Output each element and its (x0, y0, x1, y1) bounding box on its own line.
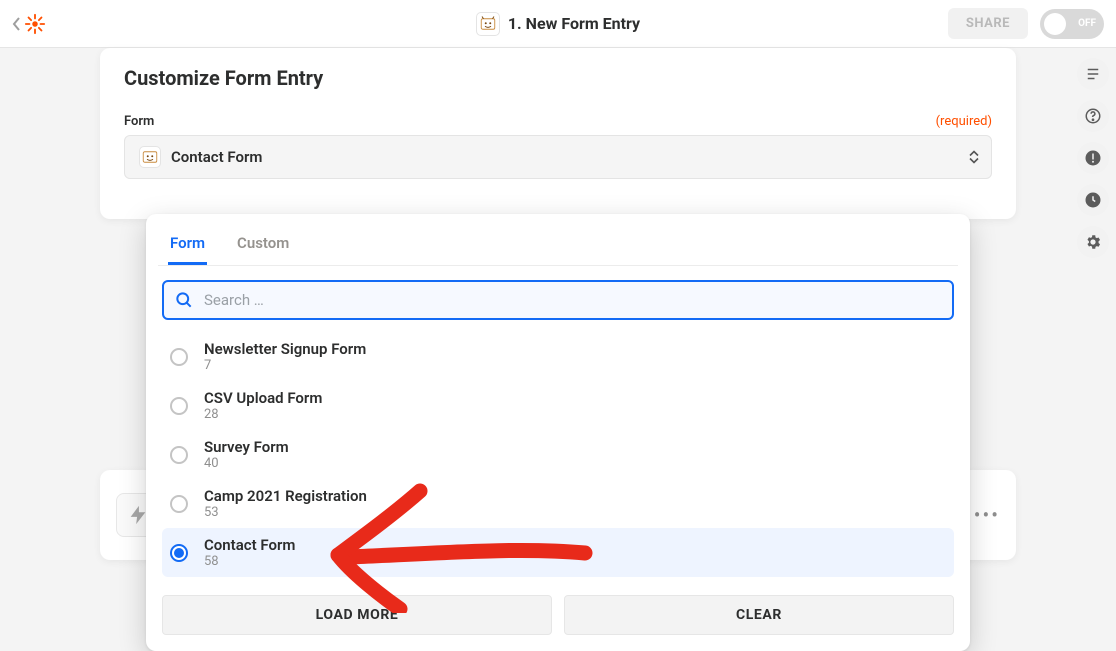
clear-button[interactable]: CLEAR (564, 595, 954, 635)
dropdown-search[interactable] (162, 280, 954, 320)
field-label-form: Form (124, 114, 154, 129)
publish-toggle[interactable]: OFF (1040, 9, 1104, 39)
help-icon[interactable] (1077, 100, 1109, 132)
outline-icon[interactable] (1077, 58, 1109, 90)
wpforms-icon (476, 12, 500, 36)
dropdown-option[interactable]: Newsletter Signup Form 7 (162, 332, 954, 381)
radio-icon (170, 544, 188, 562)
back-button[interactable] (12, 13, 46, 35)
tab-form[interactable]: Form (168, 228, 207, 265)
select-updown-icon (969, 151, 979, 164)
option-id: 28 (204, 407, 322, 422)
option-id: 53 (204, 505, 367, 520)
step-title: 1. New Form Entry (508, 14, 640, 33)
option-id: 58 (204, 554, 295, 569)
option-name: Newsletter Signup Form (204, 340, 366, 358)
radio-icon (170, 495, 188, 513)
zapier-logo-icon (24, 13, 46, 35)
option-id: 40 (204, 456, 289, 471)
history-icon[interactable] (1077, 184, 1109, 216)
option-name: Survey Form (204, 438, 289, 456)
form-select-value: Contact Form (171, 148, 262, 166)
toggle-knob (1044, 13, 1066, 35)
option-name: Camp 2021 Registration (204, 487, 367, 505)
option-id: 7 (204, 358, 366, 373)
radio-icon (170, 397, 188, 415)
dropdown-option[interactable]: Camp 2021 Registration 53 (162, 479, 954, 528)
card-title: Customize Form Entry (124, 66, 992, 90)
toggle-label: OFF (1078, 18, 1096, 29)
wpforms-icon (139, 146, 161, 168)
tab-custom[interactable]: Custom (235, 228, 291, 265)
option-name: CSV Upload Form (204, 389, 322, 407)
search-icon (174, 290, 194, 310)
radio-icon (170, 446, 188, 464)
required-label: (required) (936, 114, 992, 129)
form-select[interactable]: Contact Form (124, 135, 992, 179)
dropdown-option[interactable]: Survey Form 40 (162, 430, 954, 479)
customize-form-entry-card: Customize Form Entry Form (required) Con… (100, 48, 1016, 219)
radio-icon (170, 348, 188, 366)
settings-icon[interactable] (1077, 226, 1109, 258)
dropdown-option[interactable]: Contact Form 58 (162, 528, 954, 577)
load-more-button[interactable]: LOAD MORE (162, 595, 552, 635)
share-button[interactable]: SHARE (948, 8, 1028, 39)
alert-icon[interactable] (1077, 142, 1109, 174)
form-dropdown-panel: Form Custom Newsletter Signup Form 7 CSV… (146, 214, 970, 651)
search-input[interactable] (204, 291, 942, 309)
dropdown-option[interactable]: CSV Upload Form 28 (162, 381, 954, 430)
step-menu-button[interactable]: ••• (974, 503, 1000, 527)
option-name: Contact Form (204, 536, 295, 554)
